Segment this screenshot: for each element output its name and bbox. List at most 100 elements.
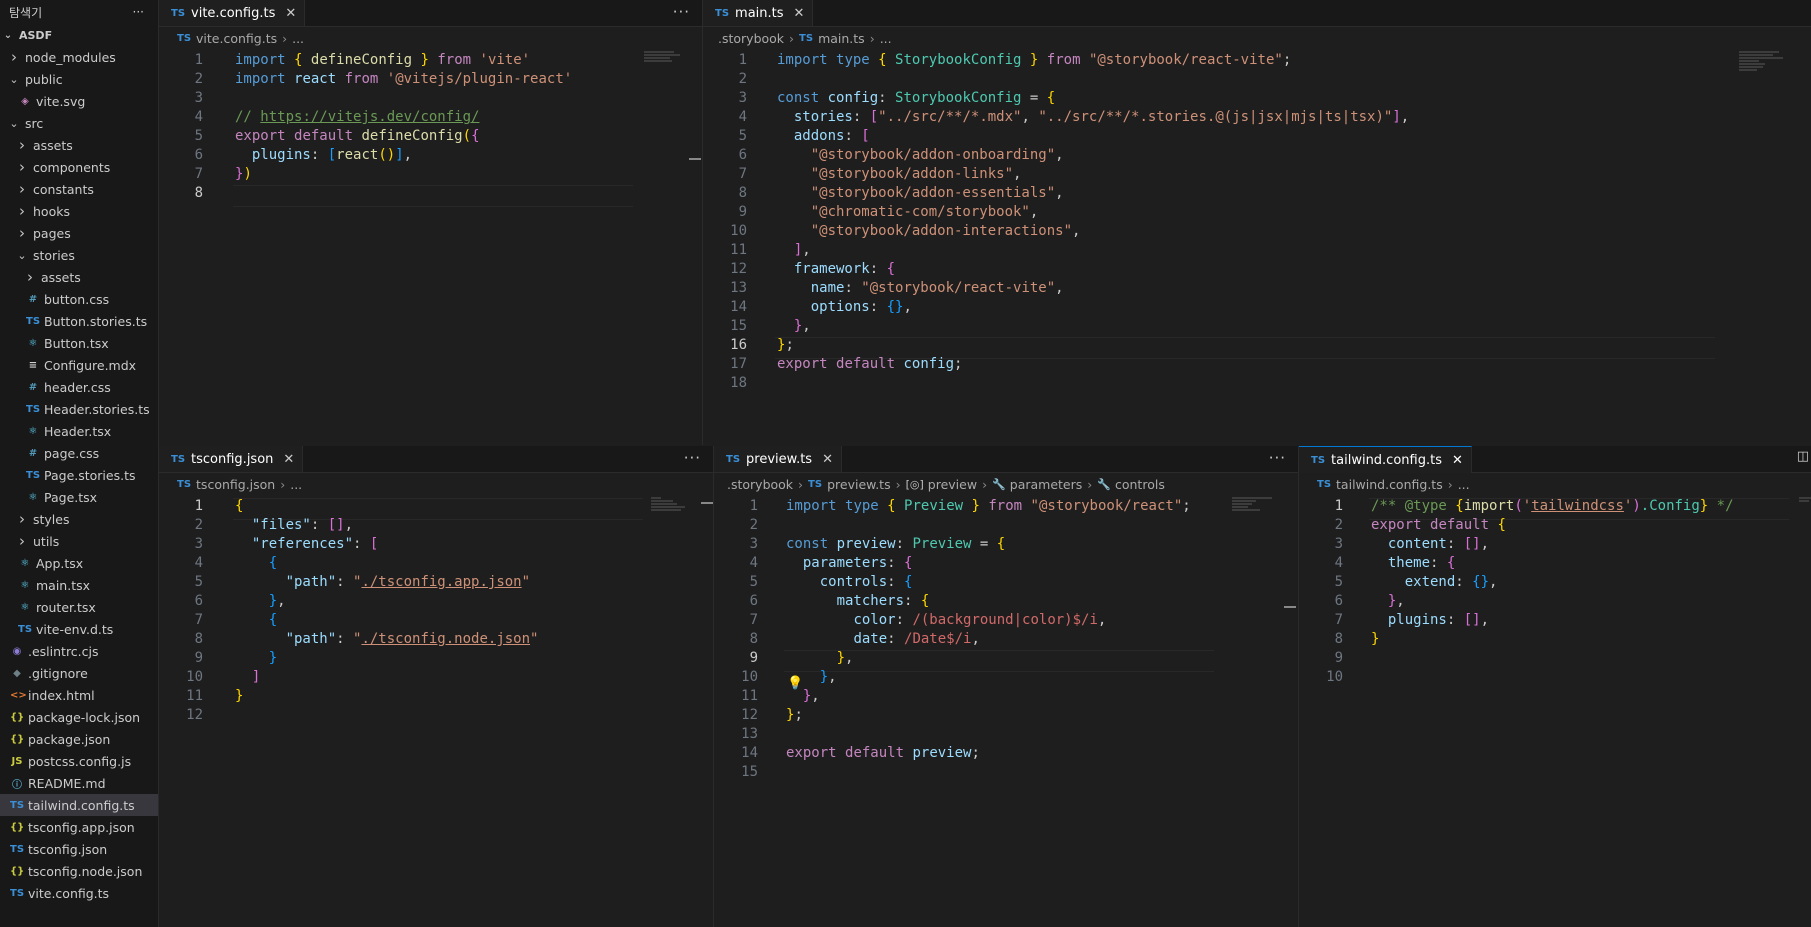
tree-file[interactable]: {} tsconfig.node.json: [0, 860, 158, 882]
editor-more-icon[interactable]: ···: [684, 449, 701, 467]
code-editor[interactable]: 1 import { defineConfig } from 'vite' 2 imp…: [159, 51, 702, 441]
code-line: {: [235, 498, 244, 514]
tab-tailwind[interactable]: TS tailwind.config.ts ✕: [1299, 446, 1472, 473]
tree-item-label: constants: [33, 181, 94, 197]
editor-more-icon[interactable]: ···: [673, 3, 690, 21]
code-line: matchers: {: [836, 593, 930, 609]
breadcrumb-item[interactable]: preview.ts: [827, 477, 891, 492]
tree-file[interactable]: ⚛ router.tsx: [0, 596, 158, 618]
minimap[interactable]: [1232, 496, 1280, 512]
breadcrumb-item[interactable]: tsconfig.json: [196, 477, 275, 492]
close-icon[interactable]: ✕: [822, 452, 833, 467]
breadcrumb-item[interactable]: controls: [1115, 477, 1165, 492]
tree-file[interactable]: # page.css: [0, 442, 158, 464]
close-icon[interactable]: ✕: [283, 452, 294, 467]
tree-folder[interactable]: › node_modules: [0, 46, 158, 68]
editor-more-icon[interactable]: ···: [1269, 449, 1286, 467]
tab-tsconfig[interactable]: TS tsconfig.json ✕: [159, 446, 304, 472]
code-line: // https://vitejs.dev/config/: [235, 109, 480, 125]
tab-label: tsconfig.json: [191, 451, 274, 467]
tab-bar: TS vite.config.ts ✕ ···: [159, 0, 702, 27]
breadcrumb-item[interactable]: vite.config.ts: [196, 31, 277, 46]
tree-file[interactable]: TS Page.stories.ts: [0, 464, 158, 486]
tree-file[interactable]: TS vite-env.d.ts: [0, 618, 158, 640]
ts-file-icon: TS: [26, 403, 41, 415]
tree-file[interactable]: ⚛ Button.tsx: [0, 332, 158, 354]
explorer-more-icon[interactable]: ···: [133, 5, 144, 19]
tree-file[interactable]: ⚛ Page.tsx: [0, 486, 158, 508]
tree-file[interactable]: # button.css: [0, 288, 158, 310]
minimap[interactable]: [1739, 50, 1787, 72]
tree-file[interactable]: TS tailwind.config.ts: [0, 794, 158, 816]
tree-file[interactable]: TS tsconfig.json: [0, 838, 158, 860]
tree-folder[interactable]: ⌄ src: [0, 112, 158, 134]
tree-file[interactable]: ⓘ README.md: [0, 772, 158, 794]
tree-folder[interactable]: › hooks: [0, 200, 158, 222]
tree-file[interactable]: # header.css: [0, 376, 158, 398]
tree-folder[interactable]: › assets: [0, 134, 158, 156]
minimap[interactable]: [644, 50, 692, 63]
breadcrumb-item[interactable]: ...: [1458, 477, 1470, 492]
breadcrumb-item[interactable]: .storybook: [718, 31, 784, 46]
close-icon[interactable]: ✕: [285, 6, 296, 21]
tree-file[interactable]: <> index.html: [0, 684, 158, 706]
tree-file[interactable]: ⚛ Header.tsx: [0, 420, 158, 442]
tree-folder[interactable]: › constants: [0, 178, 158, 200]
tree-file[interactable]: {} package.json: [0, 728, 158, 750]
line-number: 4: [1334, 555, 1343, 571]
tree-file[interactable]: ◆ .gitignore: [0, 662, 158, 684]
breadcrumb-item[interactable]: ...: [292, 31, 304, 46]
code-editor[interactable]: 1 import type { Preview } from "@storyboo…: [714, 497, 1298, 927]
tab-preview[interactable]: TS preview.ts ✕: [714, 446, 842, 472]
code-editor[interactable]: 1 import type { StorybookConfig } from "@…: [703, 51, 1811, 443]
tree-folder[interactable]: › utils: [0, 530, 158, 552]
tree-item-label: stories: [33, 247, 75, 263]
line-number: 14: [741, 745, 758, 761]
tab-vite-config[interactable]: TS vite.config.ts ✕: [159, 0, 306, 26]
line-number: 16: [730, 337, 747, 353]
minimap[interactable]: [651, 496, 699, 512]
tree-folder[interactable]: › assets: [0, 266, 158, 288]
code-editor[interactable]: 1 {2 "files": [], 3 "references": [4 {5 "p…: [159, 497, 713, 927]
tree-folder[interactable]: › pages: [0, 222, 158, 244]
code-editor[interactable]: 1 /** @type {import('tailwindcss').Config…: [1299, 497, 1811, 927]
minimap[interactable]: [1799, 496, 1811, 503]
tree-file[interactable]: TS Button.stories.ts: [0, 310, 158, 332]
tree-file[interactable]: JS postcss.config.js: [0, 750, 158, 772]
scrollbar[interactable]: [701, 502, 713, 504]
tree-folder[interactable]: › components: [0, 156, 158, 178]
scrollbar[interactable]: [1284, 606, 1296, 608]
tree-file[interactable]: ≡ Configure.mdx: [0, 354, 158, 376]
breadcrumb-item[interactable]: ...: [880, 31, 892, 46]
tree-file[interactable]: ◈ vite.svg: [0, 90, 158, 112]
project-root[interactable]: ⌄ ASDF: [0, 24, 158, 46]
scrollbar[interactable]: [689, 158, 701, 160]
breadcrumb-item[interactable]: main.ts: [818, 31, 865, 46]
close-icon[interactable]: ✕: [794, 6, 805, 21]
lightbulb-icon[interactable]: 💡: [787, 676, 803, 691]
breadcrumb-item[interactable]: preview: [928, 477, 977, 492]
code-line: };: [777, 337, 794, 353]
tree-item-label: utils: [33, 533, 60, 549]
tree-file[interactable]: ◉ .eslintrc.cjs: [0, 640, 158, 662]
tree-file[interactable]: ⚛ App.tsx: [0, 552, 158, 574]
eslint-file-icon: ◉: [12, 645, 22, 657]
breadcrumb-item[interactable]: tailwind.config.ts: [1336, 477, 1443, 492]
breadcrumb-item[interactable]: ...: [290, 477, 302, 492]
tree-file[interactable]: TS vite.config.ts: [0, 882, 158, 904]
tree-file[interactable]: {} package-lock.json: [0, 706, 158, 728]
close-icon[interactable]: ✕: [1452, 453, 1463, 468]
chevron-right-icon: ›: [19, 224, 25, 242]
breadcrumb-item[interactable]: parameters: [1010, 477, 1083, 492]
code-line: extend: {},: [1404, 574, 1498, 590]
tree-file[interactable]: {} tsconfig.app.json: [0, 816, 158, 838]
tab-main[interactable]: TS main.ts ✕: [703, 0, 814, 26]
split-editor-icon[interactable]: ◫: [1797, 449, 1810, 464]
tree-folder[interactable]: ⌄ stories: [0, 244, 158, 266]
tree-folder[interactable]: ⌄ public: [0, 68, 158, 90]
breadcrumb-item[interactable]: .storybook: [727, 477, 793, 492]
tree-file[interactable]: ⚛ main.tsx: [0, 574, 158, 596]
tree-file[interactable]: TS Header.stories.ts: [0, 398, 158, 420]
line-number: 3: [194, 536, 203, 552]
tree-folder[interactable]: › styles: [0, 508, 158, 530]
